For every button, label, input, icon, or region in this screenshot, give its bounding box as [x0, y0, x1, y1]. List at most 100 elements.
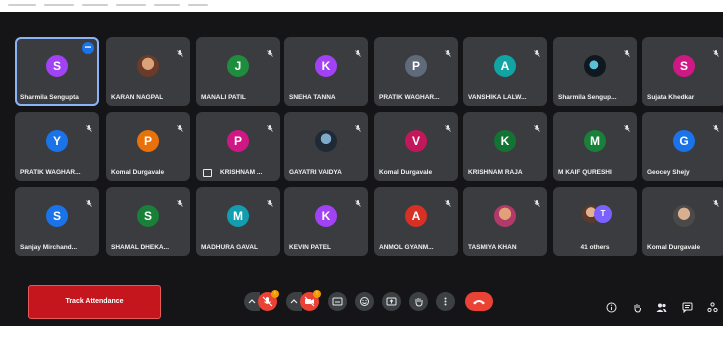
participant-name: Komal Durgavale — [647, 244, 701, 251]
participant-name: KEVIN PATEL — [289, 244, 332, 251]
participant-tile[interactable]: A ANMOL GYANM... — [374, 187, 458, 256]
mic-off-icon — [534, 44, 540, 57]
mic-off-icon — [445, 194, 451, 207]
divider — [8, 4, 36, 6]
chat-icon[interactable] — [682, 302, 693, 313]
captions-button[interactable] — [328, 292, 347, 311]
present-button[interactable] — [382, 292, 401, 311]
info-icon[interactable] — [606, 302, 617, 313]
avatar — [315, 130, 337, 152]
avatar — [137, 55, 159, 77]
participant-tile[interactable]: Y PRATIK WAGHAR... — [15, 112, 99, 181]
mic-off-icon — [624, 119, 630, 132]
captions-icon — [332, 297, 343, 306]
mic-off-icon — [355, 119, 361, 132]
chevron-up-icon — [290, 299, 298, 304]
hand-icon — [415, 298, 423, 307]
mic-off-icon — [177, 44, 183, 57]
participant-tile[interactable]: P Komal Durgavale — [106, 112, 190, 181]
participant-tile[interactable]: P PRATIK WAGHAR... — [374, 37, 458, 106]
participant-tile[interactable]: Sharmila Sengup... — [553, 37, 637, 106]
people-icon[interactable] — [656, 302, 667, 313]
participant-name: TASMIYA KHAN — [468, 244, 517, 251]
participant-name: Komal Durgavale — [111, 169, 165, 176]
track-attendance-button[interactable]: Track Attendance — [28, 285, 161, 319]
participant-name: ANMOL GYANM... — [379, 244, 434, 251]
participant-name: Sharmila Sengup... — [558, 94, 617, 101]
avatar — [494, 205, 516, 227]
participant-name: KARAN NAGPAL — [111, 94, 164, 101]
participant-name: PRATIK WAGHAR... — [20, 169, 81, 176]
mic-off-icon — [713, 119, 719, 132]
participant-tile[interactable]: TASMIYA KHAN — [463, 187, 547, 256]
participant-tile[interactable]: K KRISHNAM RAJA — [463, 112, 547, 181]
participant-tile[interactable]: Komal Durgavale — [642, 187, 723, 256]
participant-name: 41 others — [580, 244, 610, 251]
avatar: G — [673, 130, 695, 152]
chevron-up-icon — [248, 299, 256, 304]
avatar: K — [315, 55, 337, 77]
mic-off-icon — [445, 119, 451, 132]
participant-name: GAYATRI VAIDYA — [289, 169, 342, 176]
mic-off-icon — [534, 119, 540, 132]
camera-toggle-button[interactable]: ! — [300, 290, 321, 311]
raise-hand-button[interactable] — [409, 292, 428, 311]
top-strip — [0, 0, 723, 12]
avatar: A — [494, 55, 516, 77]
camera-off-icon — [304, 296, 315, 307]
avatar: Y — [46, 130, 68, 152]
avatar: S — [673, 55, 695, 77]
present-screen-icon — [386, 297, 397, 306]
participant-tile[interactable]: K KEVIN PATEL — [284, 187, 368, 256]
participant-tile[interactable]: S SHAMAL DHEKA... — [106, 187, 190, 256]
mic-off-icon — [267, 194, 273, 207]
mic-off-icon — [713, 44, 719, 57]
divider — [82, 4, 108, 6]
participant-name: MADHURA GAVAL — [201, 244, 258, 251]
more-options-button[interactable] — [436, 292, 455, 311]
participant-tile[interactable]: M MADHURA GAVAL — [196, 187, 280, 256]
participant-name: Geocey Shejy — [647, 169, 690, 176]
participant-tile[interactable]: P KRISHNAM ... — [196, 112, 280, 181]
participant-tile[interactable]: KARAN NAGPAL — [106, 37, 190, 106]
more-options-icon[interactable]: ••• — [82, 42, 94, 54]
avatar — [584, 55, 606, 77]
mic-off-icon — [86, 119, 92, 132]
participant-tile[interactable]: S Sanjay Mirchand... — [15, 187, 99, 256]
participant-tile[interactable]: A VANSHIKA LALW... — [463, 37, 547, 106]
participant-tile[interactable]: K SNEHA TANNA — [284, 37, 368, 106]
hang-up-icon — [473, 300, 485, 305]
mic-off-icon — [534, 194, 540, 207]
participant-tile[interactable]: J MANALI PATIL — [196, 37, 280, 106]
others-tile[interactable]: T 41 others — [553, 187, 637, 256]
participant-tile[interactable]: M M KAIF QURESHI — [553, 112, 637, 181]
mic-off-icon — [445, 44, 451, 57]
mic-off-icon — [177, 119, 183, 132]
avatar: K — [315, 205, 337, 227]
warning-badge: ! — [271, 290, 279, 298]
participant-tile[interactable]: GAYATRI VAIDYA — [284, 112, 368, 181]
participant-tile[interactable]: V Komal Durgavale — [374, 112, 458, 181]
avatar: S — [137, 205, 159, 227]
avatar: P — [227, 130, 249, 152]
participant-name: VANSHIKA LALW... — [468, 94, 527, 101]
avatar: V — [405, 130, 427, 152]
mic-off-icon — [177, 194, 183, 207]
bottom-strip — [0, 326, 723, 337]
participant-name: M KAIF QURESHI — [558, 169, 612, 176]
participant-tile[interactable]: S Sujata Khedkar — [642, 37, 723, 106]
emoji-button[interactable] — [355, 292, 374, 311]
warning-badge: ! — [313, 290, 321, 298]
leave-call-button[interactable] — [465, 292, 493, 311]
participant-tile[interactable]: G Geocey Shejy — [642, 112, 723, 181]
mic-off-icon — [267, 119, 273, 132]
mic-toggle-button[interactable]: ! — [258, 290, 279, 311]
participant-name: Sanjay Mirchand... — [20, 244, 78, 251]
hand-raise-list-icon[interactable] — [632, 302, 643, 313]
more-vert-icon — [444, 297, 447, 306]
activities-icon[interactable] — [707, 302, 718, 313]
avatar: P — [405, 55, 427, 77]
participant-name: KRISHNAM ... — [220, 169, 263, 176]
participant-tile[interactable]: S ••• Sharmila Sengupta — [15, 37, 99, 106]
avatar: S — [46, 205, 68, 227]
